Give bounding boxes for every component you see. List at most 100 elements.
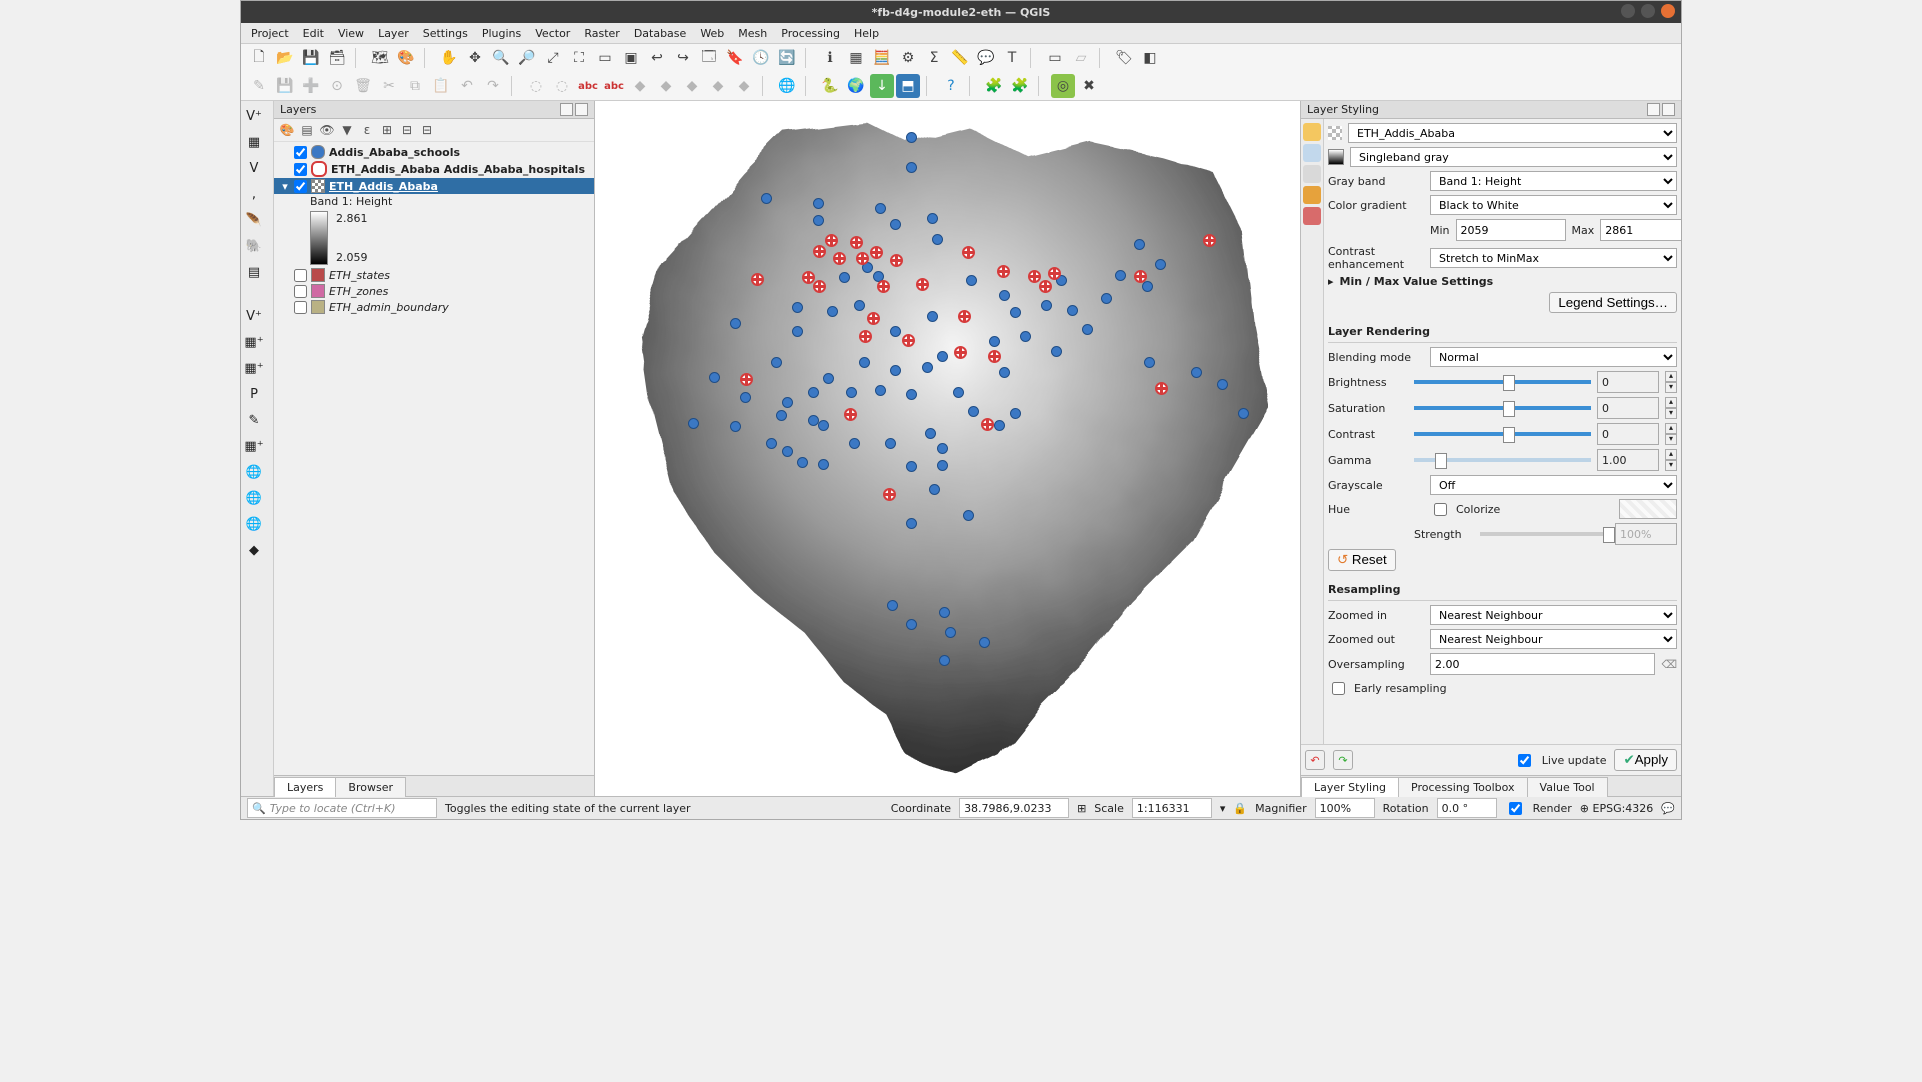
filter-expression-icon[interactable]: ε (358, 121, 376, 139)
locator-input[interactable]: 🔍Type to locate (Ctrl+K) (247, 798, 437, 818)
zoomed-in-select[interactable]: Nearest Neighbour (1430, 605, 1677, 625)
menu-view[interactable]: View (332, 25, 370, 42)
menu-processing[interactable]: Processing (775, 25, 846, 42)
geonode-icon[interactable]: ◆ (243, 539, 265, 561)
wfs-icon[interactable]: 🌐 (243, 513, 265, 535)
plugin-globe-icon[interactable]: 🌐 (775, 74, 799, 98)
early-resampling-checkbox[interactable] (1332, 682, 1345, 695)
menu-vector[interactable]: Vector (529, 25, 576, 42)
colorize-swatch[interactable] (1619, 499, 1677, 519)
remove-layer-icon[interactable]: ⊟ (418, 121, 436, 139)
zoom-native-icon[interactable]: ⤢ (541, 46, 565, 70)
add-group-icon[interactable]: ▤ (298, 121, 316, 139)
apply-button[interactable]: ✔Apply (1614, 749, 1677, 771)
plugin-4-icon[interactable]: 🧩 (1008, 74, 1032, 98)
layer-row[interactable]: ETH_zones (274, 283, 594, 299)
panel-close-icon[interactable] (575, 103, 588, 116)
gamma-value[interactable]: 1.00 (1597, 449, 1659, 471)
contrast-slider[interactable] (1414, 432, 1591, 436)
layer-row[interactable]: Addis_Ababa_schools (274, 144, 594, 160)
temporal-icon[interactable]: 🕓 (749, 46, 773, 70)
coordinate-input[interactable]: 38.7986,9.0233 (959, 798, 1069, 818)
close-icon[interactable] (1661, 4, 1675, 18)
extents-icon[interactable]: ⊞ (1077, 802, 1086, 815)
menu-raster[interactable]: Raster (578, 25, 625, 42)
renderer-select[interactable]: Singleband gray (1350, 147, 1677, 167)
pan-icon[interactable]: ✋ (437, 46, 461, 70)
map-tips-icon[interactable]: 💬 (974, 46, 998, 70)
map-canvas[interactable] (595, 101, 1300, 796)
min-input[interactable] (1456, 219, 1566, 241)
adv-digitize2-icon[interactable]: ◆ (654, 74, 678, 98)
save-edits-icon[interactable]: 💾 (273, 74, 297, 98)
symbology-tab-icon[interactable] (1303, 123, 1321, 141)
manage-view-icon[interactable]: 👁 (318, 121, 336, 139)
field-calc-icon[interactable]: 🧮 (870, 46, 894, 70)
save-as-icon[interactable]: 🗃 (325, 46, 349, 70)
plugin-6-icon[interactable]: ✖ (1077, 74, 1101, 98)
saturation-down-icon[interactable]: ▾ (1665, 408, 1677, 419)
transparency-tab-icon[interactable] (1303, 144, 1321, 162)
menu-settings[interactable]: Settings (417, 25, 474, 42)
open-project-icon[interactable]: 📂 (273, 46, 297, 70)
collapse-all-icon[interactable]: ⊟ (398, 121, 416, 139)
cut-features-icon[interactable]: ✂ (377, 74, 401, 98)
reset-button[interactable]: ↺ Reset (1328, 549, 1396, 571)
stats-summary-icon[interactable]: Σ (922, 46, 946, 70)
layer-visibility-checkbox[interactable] (294, 301, 307, 314)
new-virtual-icon[interactable]: P (243, 383, 265, 405)
pan-to-selection-icon[interactable]: ✥ (463, 46, 487, 70)
plugin-2-icon[interactable]: ⬒ (896, 74, 920, 98)
brightness-slider[interactable] (1414, 380, 1591, 384)
chevron-right-icon[interactable]: ▸ (1328, 275, 1334, 288)
saturation-up-icon[interactable]: ▴ (1665, 397, 1677, 408)
zoom-full-icon[interactable]: ⛶ (567, 46, 591, 70)
layer-row[interactable]: ETH_admin_boundary (274, 299, 594, 315)
tab-processing-toolbox[interactable]: Processing Toolbox (1398, 777, 1528, 797)
menu-mesh[interactable]: Mesh (732, 25, 773, 42)
digitize-1-icon[interactable]: ◌ (524, 74, 548, 98)
render-checkbox[interactable] (1509, 802, 1522, 815)
layer-visibility-checkbox[interactable] (294, 269, 307, 282)
label-abc2-icon[interactable]: abc (602, 74, 626, 98)
help-icon[interactable]: ? (939, 74, 963, 98)
layer-visibility-checkbox[interactable] (294, 163, 307, 176)
zoom-next-icon[interactable]: ↪ (671, 46, 695, 70)
lock-icon[interactable]: 🔒 (1233, 802, 1247, 815)
select-features-icon[interactable]: ▭ (1043, 46, 1067, 70)
contrast-value[interactable]: 0 (1597, 423, 1659, 445)
clear-icon[interactable]: ⌫ (1661, 658, 1677, 671)
colorize-checkbox[interactable] (1434, 503, 1447, 516)
expand-icon[interactable]: ▾ (280, 180, 290, 193)
menu-project[interactable]: Project (245, 25, 295, 42)
rendering-tab-icon[interactable] (1303, 186, 1321, 204)
contrast-enhance-select[interactable]: Stretch to MinMax (1430, 248, 1677, 268)
delete-selected-icon[interactable]: 🗑 (351, 74, 375, 98)
new-spatial-icon[interactable]: ▦⁺ (243, 435, 265, 457)
copy-features-icon[interactable]: ⧉ (403, 74, 427, 98)
plugin-5-icon[interactable]: ◎ (1051, 74, 1075, 98)
adv-digitize3-icon[interactable]: ◆ (680, 74, 704, 98)
zoom-in-icon[interactable]: 🔍 (489, 46, 513, 70)
styling-close-icon[interactable] (1662, 103, 1675, 116)
crs-button[interactable]: ⊕ EPSG:4326 (1580, 802, 1654, 815)
zoom-layer-icon[interactable]: ▣ (619, 46, 643, 70)
new-bookmark-icon[interactable]: 🔖 (723, 46, 747, 70)
layout-manager-icon[interactable]: 🗺 (368, 46, 392, 70)
style-manager-icon[interactable]: 🎨 (394, 46, 418, 70)
labeling-icon[interactable]: 🏷 (1112, 46, 1136, 70)
new-shapefile-icon[interactable]: V⁺ (243, 305, 265, 327)
toolbox-icon[interactable]: ⚙ (896, 46, 920, 70)
gamma-slider[interactable] (1414, 458, 1591, 462)
layer-visibility-checkbox[interactable] (294, 146, 307, 159)
label-abc-icon[interactable]: abc (576, 74, 600, 98)
minmax-settings-toggle[interactable]: Min / Max Value Settings (1340, 275, 1494, 288)
layers-tree[interactable]: Addis_Ababa_schoolsETH_Addis_Ababa Addis… (274, 142, 594, 461)
tab-layer-styling[interactable]: Layer Styling (1301, 777, 1399, 797)
tab-value-tool[interactable]: Value Tool (1527, 777, 1608, 797)
max-input[interactable] (1600, 219, 1681, 241)
minimize-icon[interactable] (1621, 4, 1635, 18)
maximize-icon[interactable] (1641, 4, 1655, 18)
layer-row[interactable]: ▾ETH_Addis_Ababa (274, 178, 594, 194)
undo-style-icon[interactable]: ↶ (1305, 750, 1325, 770)
